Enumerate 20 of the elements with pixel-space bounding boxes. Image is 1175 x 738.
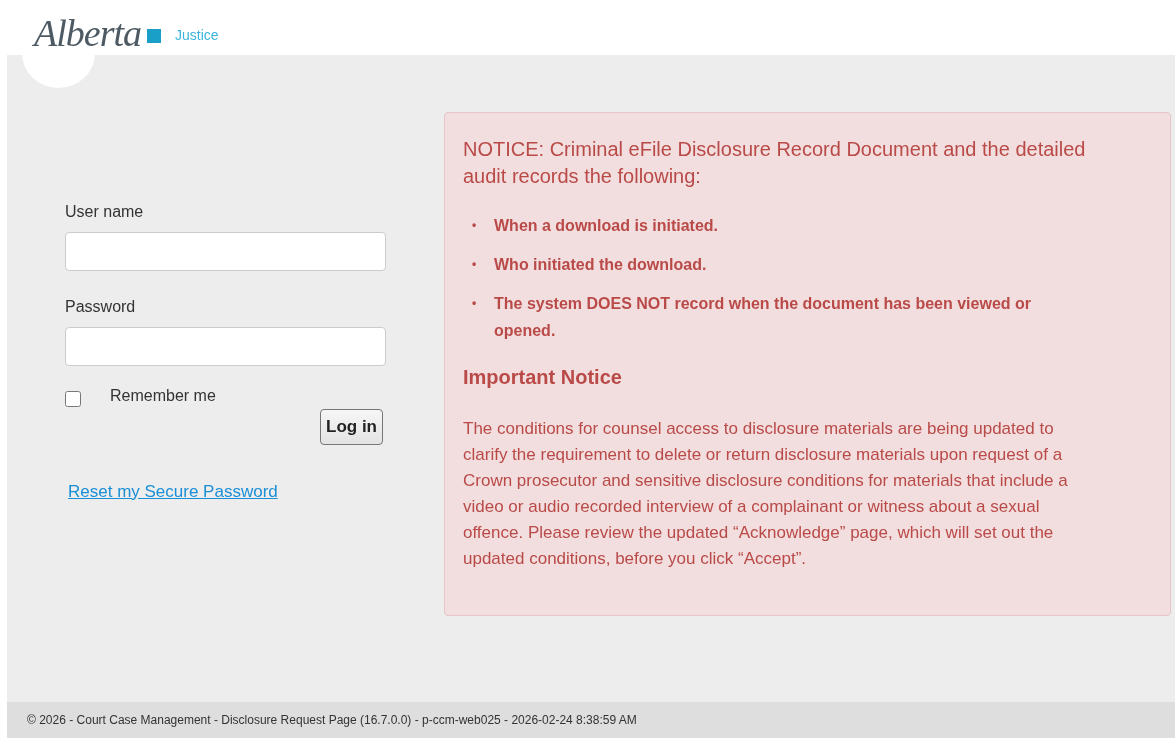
footer-text: © 2026 - Court Case Management - Disclosure Request Page (16.7.0.0) - p-ccm-web025 - 2026-02-24 8:38:59 AM — [27, 713, 637, 727]
field-label: Password — [65, 297, 137, 317]
bullet-mark: • — [472, 256, 478, 273]
department-name: Justice — [175, 26, 219, 45]
bullet-mark: • — [472, 217, 478, 234]
checkbox-label: Remember me — [110, 386, 216, 406]
notice-item: When a download is initiated. — [494, 216, 718, 236]
notice-subheading: Important Notice — [463, 365, 623, 390]
input-field[interactable] — [65, 327, 386, 366]
input-field[interactable] — [65, 232, 386, 271]
notice-item: Who initiated the download. — [494, 255, 707, 275]
notice-text: The conditions for counsel access to disclosure materials are being updated to clarify the requirement to delete or return disclosure materials upon request of a Crown prosecutor and sensitive disclosure conditions for materials that include a video or audio recorded interview of a complainant or witness about a sexual offence. Please review the updated “Acknowledge” page, which will set out the updated conditions, before you click “Accept”. — [463, 418, 1069, 570]
login-button[interactable]: Log in — [320, 409, 383, 445]
square-icon — [147, 29, 161, 43]
field-label: User name — [65, 202, 145, 222]
bullet-mark: • — [472, 295, 478, 312]
notice-heading: NOTICE: Criminal eFile Disclosure Record Document and the detailed audit records the following: — [463, 137, 1087, 189]
checkbox[interactable] — [65, 391, 81, 407]
notice-item: The system DOES NOT record when the document has been viewed or opened. — [494, 294, 1032, 341]
logo-text: Alberta — [34, 14, 141, 52]
